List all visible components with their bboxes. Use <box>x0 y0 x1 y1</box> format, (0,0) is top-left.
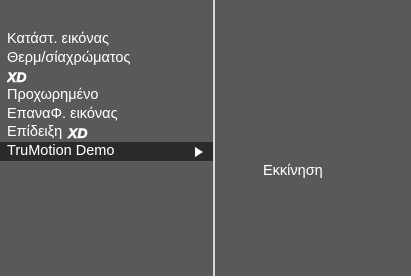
svg-text:XD: XD <box>67 126 87 140</box>
menu-item-label: ΕπαναΦ. εικόνας <box>7 105 118 122</box>
menu-item-xd[interactable]: XD <box>0 67 213 86</box>
menu-panel: Κατάστ. εικόνας Θερμ/σίαχρώματος XD Προχ… <box>0 0 215 276</box>
menu-item-picture-mode[interactable]: Κατάστ. εικόνας <box>0 30 213 49</box>
menu-item-trumotion-demo[interactable]: TruMotion Demo <box>0 142 213 161</box>
menu-item-color-temperature[interactable]: Θερμ/σίαχρώματος <box>0 49 213 68</box>
menu-list: Κατάστ. εικόνας Θερμ/σίαχρώματος XD Προχ… <box>0 30 213 161</box>
menu-item-picture-reset[interactable]: ΕπαναΦ. εικόνας <box>0 105 213 124</box>
submenu-panel <box>215 0 411 276</box>
tv-osd-menu: Κατάστ. εικόνας Θερμ/σίαχρώματος XD Προχ… <box>0 0 411 280</box>
menu-item-label: TruMotion Demo <box>7 143 115 160</box>
arrow-right-icon <box>195 147 203 158</box>
menu-item-label: Κατάστ. εικόνας <box>7 31 109 47</box>
xd-logo: XD <box>67 126 88 140</box>
menu-item-label: Προχωρημένο <box>7 87 99 104</box>
menu-item-xd-demo[interactable]: Επίδειξη XD <box>0 123 213 142</box>
xd-logo: XD <box>7 70 27 84</box>
start-option[interactable]: Εκκίνηση <box>263 163 323 179</box>
menu-item-advanced[interactable]: Προχωρημένο <box>0 86 213 105</box>
svg-text:XD: XD <box>7 70 26 84</box>
menu-item-label: Επίδειξη <box>7 124 63 141</box>
menu-item-label: Θερμ/σίαχρώματος <box>7 49 131 66</box>
